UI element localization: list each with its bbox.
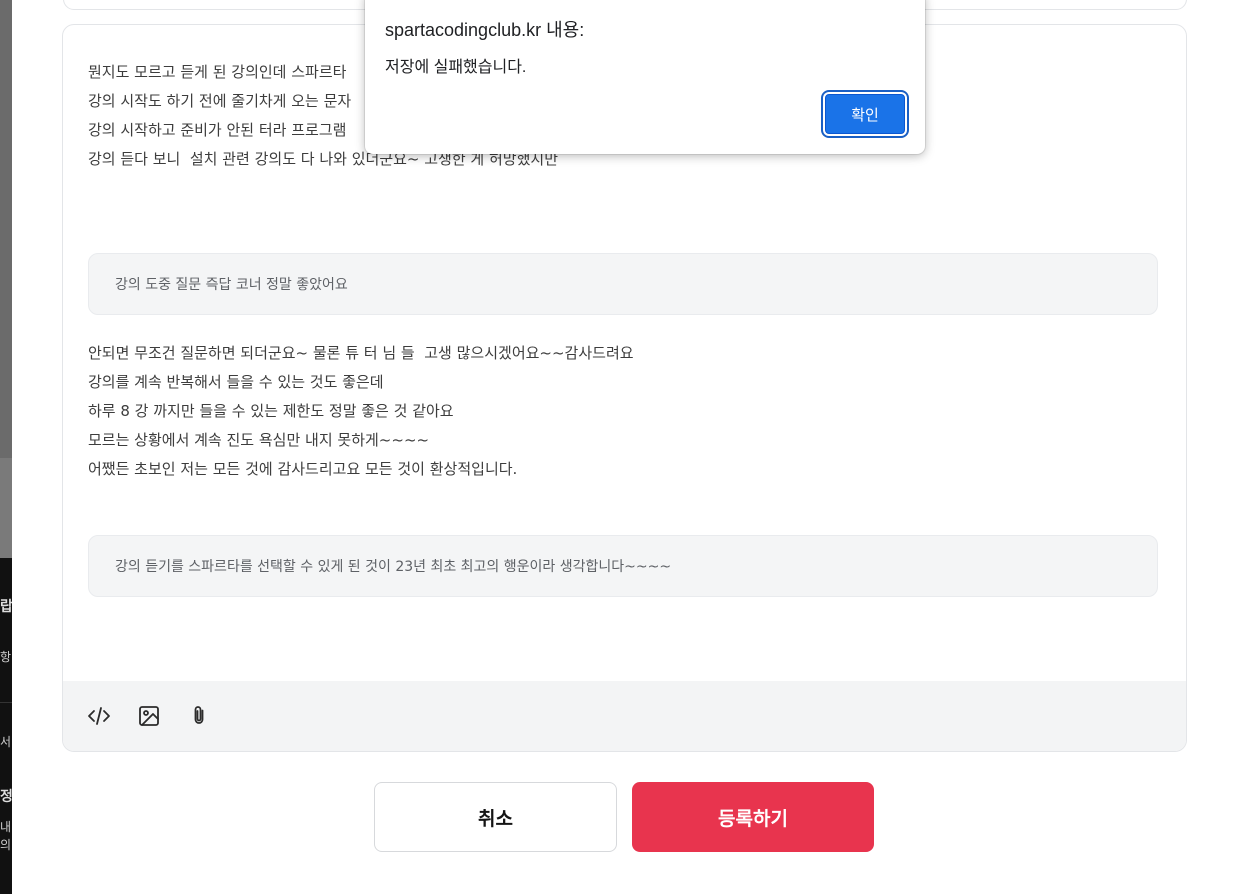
backdrop-text: 내 bbox=[0, 820, 12, 834]
alert-ok-button[interactable]: 확인 bbox=[825, 94, 905, 134]
editor-toolbar bbox=[63, 681, 1186, 751]
alert-message: 저장에 실패했습니다. bbox=[385, 59, 527, 76]
backdrop-text: 서 bbox=[0, 735, 12, 749]
submit-button[interactable]: 등록하기 bbox=[632, 782, 874, 852]
quote-text: 강의 도중 질문 즉답 코너 정말 좋았어요 bbox=[115, 277, 348, 293]
editor-paragraph[interactable]: 안되면 무조건 질문하면 되더군요~ 물론 튜 터 님 들 고생 많으시겠어요~… bbox=[88, 339, 634, 484]
editor-quote-block[interactable]: 강의 도중 질문 즉답 코너 정말 좋았어요 bbox=[88, 253, 1158, 315]
backdrop-text: 정 bbox=[0, 789, 12, 805]
quote-text: 강의 듣기를 스파르타를 선택할 수 있게 된 것이 23년 최초 최고의 행운… bbox=[115, 559, 672, 575]
alert-title: spartacodingclub.kr 내용: bbox=[385, 20, 585, 40]
editor-line: 모르는 상황에서 계속 진도 욕심만 내지 못하게~~~~ bbox=[88, 431, 430, 449]
backdrop-mid bbox=[0, 458, 12, 558]
image-icon[interactable] bbox=[137, 704, 161, 728]
editor-line: 어쨌든 초보인 저는 모든 것에 감사드리고요 모든 것이 환상적입니다. bbox=[88, 460, 518, 478]
backdrop-text: 랍 bbox=[0, 599, 12, 615]
alert-dialog: spartacodingclub.kr 내용: 저장에 실패했습니다. 확인 bbox=[365, 0, 925, 154]
backdrop-text: 항 bbox=[0, 650, 12, 664]
backdrop-divider bbox=[0, 702, 12, 703]
editor-line: 안되면 무조건 질문하면 되더군요~ 물론 튜 터 님 들 고생 많으시겠어요~… bbox=[88, 344, 634, 362]
cancel-button[interactable]: 취소 bbox=[374, 782, 617, 852]
code-icon[interactable] bbox=[87, 704, 111, 728]
editor-line: 강의를 계속 반복해서 들을 수 있는 것도 좋은데 bbox=[88, 373, 384, 391]
editor-line: 하루 8 강 까지만 들을 수 있는 제한도 정말 좋은 것 같아요 bbox=[88, 402, 454, 420]
editor-quote-block[interactable]: 강의 듣기를 스파르타를 선택할 수 있게 된 것이 23년 최초 최고의 행운… bbox=[88, 535, 1158, 597]
backdrop-text: 의 bbox=[0, 838, 12, 852]
paperclip-icon[interactable] bbox=[187, 704, 211, 728]
backdrop-top bbox=[0, 0, 12, 458]
